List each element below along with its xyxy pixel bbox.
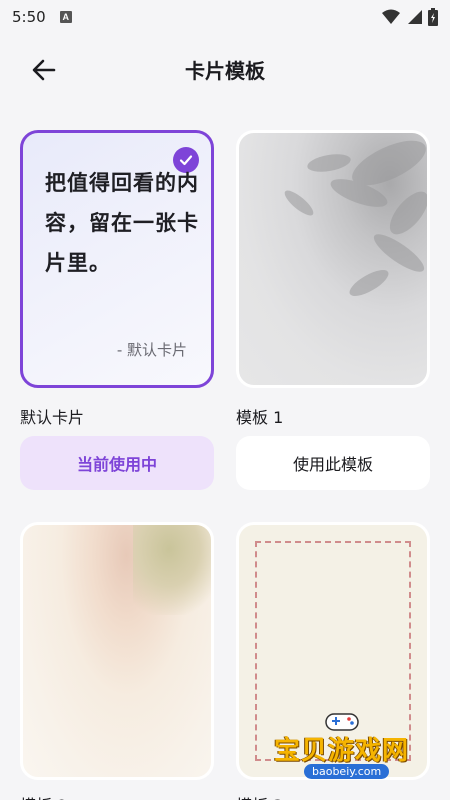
leaf-shadow-image [284, 140, 427, 296]
arrow-left-icon [32, 59, 56, 81]
app-bar: 卡片模板 [0, 34, 450, 104]
status-time: 5:50 [12, 8, 46, 26]
card-label-template-1: 模板 1 [236, 408, 284, 427]
notification-icon: A [59, 11, 72, 23]
watermark-text: 宝贝游戏网 [274, 736, 410, 766]
blurred-flower-image [133, 525, 211, 615]
template-card-2[interactable] [20, 522, 214, 780]
card-label-template-2: 模板 2 [20, 792, 67, 800]
current-in-use-button[interactable]: 当前使用中 [20, 436, 214, 490]
template-card-default[interactable]: 把值得回看的内容，留在一张卡片里。 - 默认卡片 [20, 130, 214, 388]
battery-icon [428, 8, 438, 26]
card-label-default: 默认卡片 [20, 408, 85, 427]
page-title: 卡片模板 [185, 58, 265, 83]
template-card-1[interactable] [236, 130, 430, 388]
card-signature: - 默认卡片 [116, 341, 187, 359]
use-template-button[interactable]: 使用此模板 [236, 436, 430, 490]
back-button[interactable] [26, 54, 62, 86]
site-watermark: 宝贝游戏网 baobeiy.com [268, 708, 428, 788]
card-quote: 把值得回看的内容，留在一张卡片里。 [45, 171, 199, 275]
status-bar: 5:50 A [0, 0, 450, 34]
card-label-template-3: 模板 3 [236, 792, 283, 800]
wifi-icon [382, 9, 400, 24]
status-icons [382, 8, 438, 26]
signal-icon [408, 10, 422, 24]
watermark-url: baobeiy.com [304, 764, 390, 779]
